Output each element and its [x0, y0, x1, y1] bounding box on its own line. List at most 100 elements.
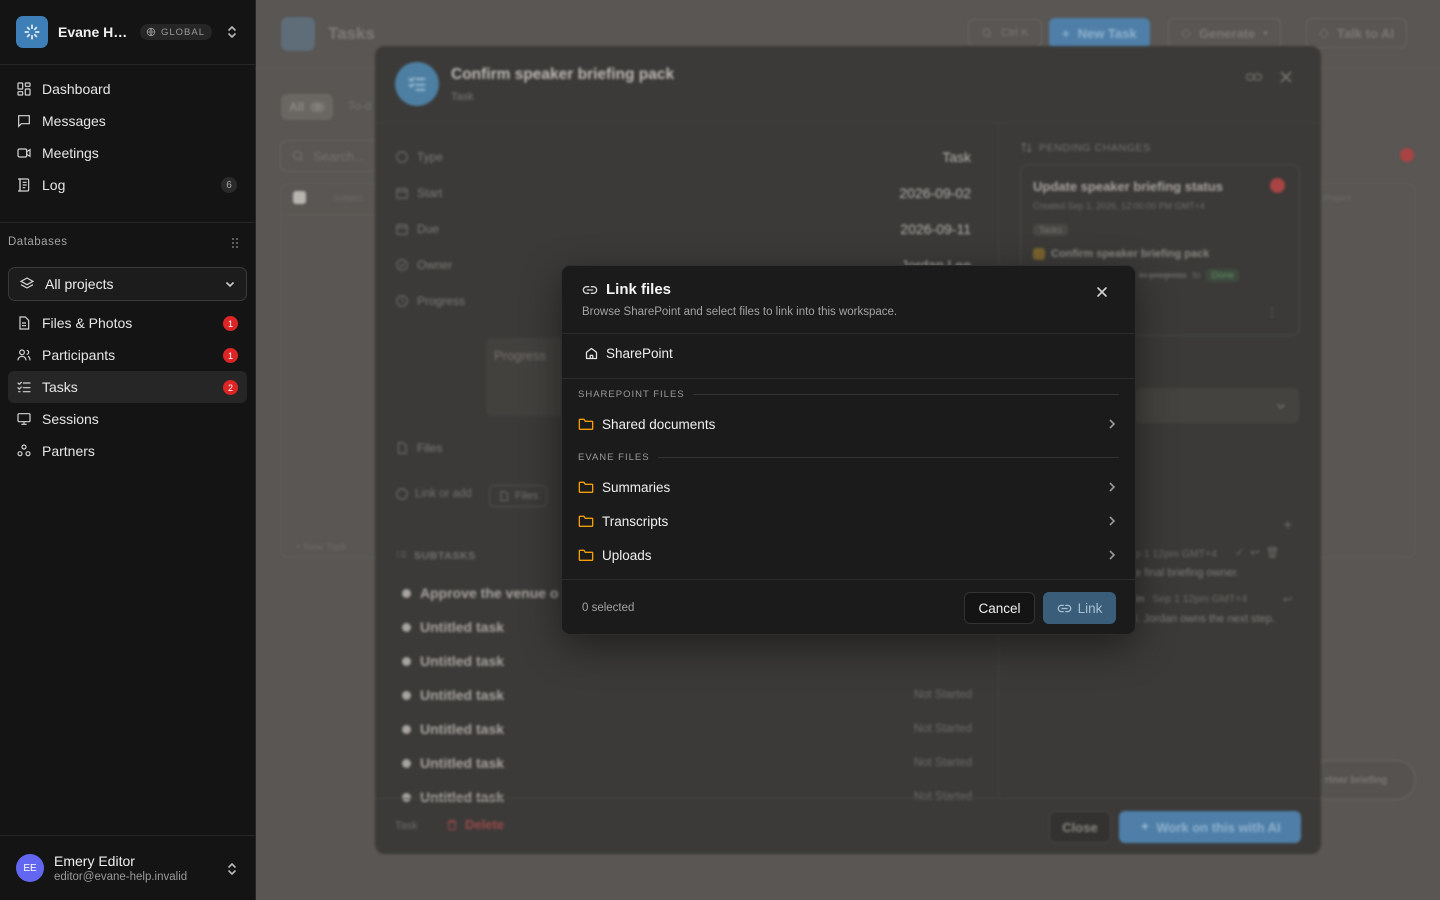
folder-name: Summaries: [602, 479, 671, 495]
status-badge: Done: [1206, 269, 1240, 282]
close-icon[interactable]: [1279, 70, 1293, 84]
plus-icon: +: [1062, 25, 1070, 41]
nav-item-partners[interactable]: Partners: [8, 435, 247, 467]
file-icon: [19, 316, 30, 330]
detail-title: Confirm speaker briefing pack: [451, 66, 675, 83]
folder-row[interactable]: Uploads: [570, 540, 1129, 570]
new-task-button[interactable]: + New Task: [1049, 18, 1150, 48]
new-task-row[interactable]: + New Task: [295, 542, 347, 553]
search-input[interactable]: Search...: [280, 140, 380, 172]
subtask-row[interactable]: Untitled task Not Started: [402, 753, 972, 773]
user-menu[interactable]: EE Emery Editor editor@evane-help.invali…: [0, 835, 256, 900]
dialog-footer: 0 selected Cancel Link: [562, 579, 1135, 634]
task-table-right: Project: [1320, 183, 1416, 558]
nav-item-participants[interactable]: Participants 1: [8, 339, 247, 371]
cancel-button[interactable]: Cancel: [964, 592, 1035, 624]
nav-item-files-photos[interactable]: Files & Photos 1: [8, 307, 247, 339]
trash-icon: [447, 819, 457, 830]
folder-row[interactable]: Summaries: [570, 472, 1129, 502]
pending-created: Created Sep 1, 2026, 12:00:00 PM GMT+4: [1033, 201, 1205, 211]
nav-item-sessions[interactable]: Sessions: [8, 403, 247, 435]
chevrons-up-down-icon[interactable]: [226, 861, 238, 877]
link-button[interactable]: Link: [1043, 592, 1116, 624]
subtask-status: Not Started: [913, 689, 972, 701]
subtask-row[interactable]: Untitled task: [402, 651, 972, 671]
generate-button[interactable]: ◇ Generate ▾: [1168, 18, 1281, 48]
subtask-row[interactable]: Untitled task Not Started: [402, 719, 972, 739]
new-task-row-label: New Task: [303, 542, 347, 553]
subtask-title: Untitled task: [420, 619, 505, 635]
status-dot: [402, 656, 411, 666]
drag-handle-icon[interactable]: [231, 237, 239, 249]
chevron-down-icon: [225, 281, 235, 288]
close-icon[interactable]: [1094, 284, 1110, 300]
delete-label: Delete: [465, 817, 505, 832]
layers-icon: [19, 277, 35, 289]
nav-label: Meetings: [42, 145, 99, 161]
field-due[interactable]: Due 2026-09-11: [395, 219, 971, 239]
folder-row[interactable]: Shared documents: [570, 409, 1129, 439]
delete-button[interactable]: Delete: [445, 817, 504, 832]
nav-item-meetings[interactable]: Meetings: [8, 137, 247, 169]
status-dot: [402, 724, 411, 734]
talk-to-ai-button[interactable]: ◇ Talk to AI: [1306, 18, 1408, 48]
comment-author: in: [1135, 593, 1145, 605]
field-value: Task: [942, 149, 971, 165]
page-title: Tasks: [328, 24, 375, 43]
breadcrumb[interactable]: SharePoint: [584, 346, 673, 361]
add-comment-icon[interactable]: +: [1283, 517, 1292, 535]
folder-name: Shared documents: [602, 416, 716, 432]
notification-badge: [1270, 178, 1285, 193]
generate-label: Generate: [1199, 25, 1256, 41]
floating-suggestion[interactable]: rtner briefing: [1310, 760, 1416, 800]
search-icon: [292, 150, 304, 162]
detail-header: Confirm speaker briefing pack Task: [375, 46, 1321, 123]
pending-to-word: to: [1192, 270, 1201, 281]
field-start[interactable]: Start 2026-09-02: [395, 183, 971, 203]
progress-input[interactable]: Progress: [486, 338, 566, 416]
link-or-add[interactable]: Link or add: [395, 487, 472, 501]
task-table: Subject + New Task: [280, 183, 381, 558]
nav-item-log[interactable]: Log 6: [8, 169, 247, 201]
more-icon[interactable]: ⋮: [1266, 305, 1278, 319]
file-icon: [500, 491, 508, 501]
link-icon[interactable]: [1245, 70, 1263, 84]
status-dot: [402, 690, 411, 700]
progress-icon: [396, 295, 408, 307]
close-button[interactable]: Close: [1049, 811, 1111, 843]
workspace-switcher[interactable]: Evane Help Center GLOBAL: [0, 0, 256, 65]
pending-from: in-progress: [1139, 270, 1187, 281]
comment-text: e final briefing owner.: [1135, 567, 1239, 579]
partners-icon: [17, 444, 31, 457]
files-button[interactable]: Files: [489, 485, 548, 507]
comment-time: Sep 1 12pm GMT+4: [1152, 593, 1248, 605]
select-all-checkbox[interactable]: [293, 191, 306, 204]
chevrons-up-down-icon[interactable]: [226, 24, 238, 40]
dialog-description: Browse SharePoint and select files to li…: [582, 306, 898, 318]
reply-icon[interactable]: ↩: [1283, 593, 1292, 606]
divider: [657, 456, 1119, 458]
work-with-ai-button[interactable]: ✦ Work on this with AI: [1119, 811, 1301, 843]
subtasks-label: SUBTASKS: [414, 549, 476, 562]
nav-item-tasks[interactable]: Tasks 2: [8, 371, 247, 403]
comment-actions-icon[interactable]: ✓↩🗑: [1235, 546, 1285, 559]
search-shortcut[interactable]: Ctrl K: [968, 19, 1042, 47]
task-mini-icon: [1033, 248, 1045, 260]
filter-tab-todo[interactable]: To-d: [348, 99, 371, 113]
nav-item-messages[interactable]: Messages: [8, 105, 247, 137]
section-label: SHAREPOINT FILES: [578, 388, 685, 400]
filter-tab-all[interactable]: All 9: [281, 94, 334, 120]
nav-label: Tasks: [42, 379, 78, 395]
field-type[interactable]: Type Task: [395, 147, 971, 167]
nav-item-dashboard[interactable]: Dashboard: [8, 73, 247, 105]
project-select[interactable]: All projects: [8, 267, 247, 301]
subtask-row[interactable]: Untitled task Not Started: [402, 685, 972, 705]
type-icon: [396, 151, 408, 163]
footer-kind: Task: [395, 820, 418, 832]
sparkle-icon: ◇: [1181, 25, 1191, 40]
subtask-title: Untitled task: [420, 653, 505, 669]
sidebar: Evane Help Center GLOBAL Dashboard Messa…: [0, 0, 256, 900]
folder-row[interactable]: Transcripts: [570, 506, 1129, 536]
assignee-select[interactable]: [1135, 388, 1299, 423]
nav-label: Messages: [42, 113, 106, 129]
